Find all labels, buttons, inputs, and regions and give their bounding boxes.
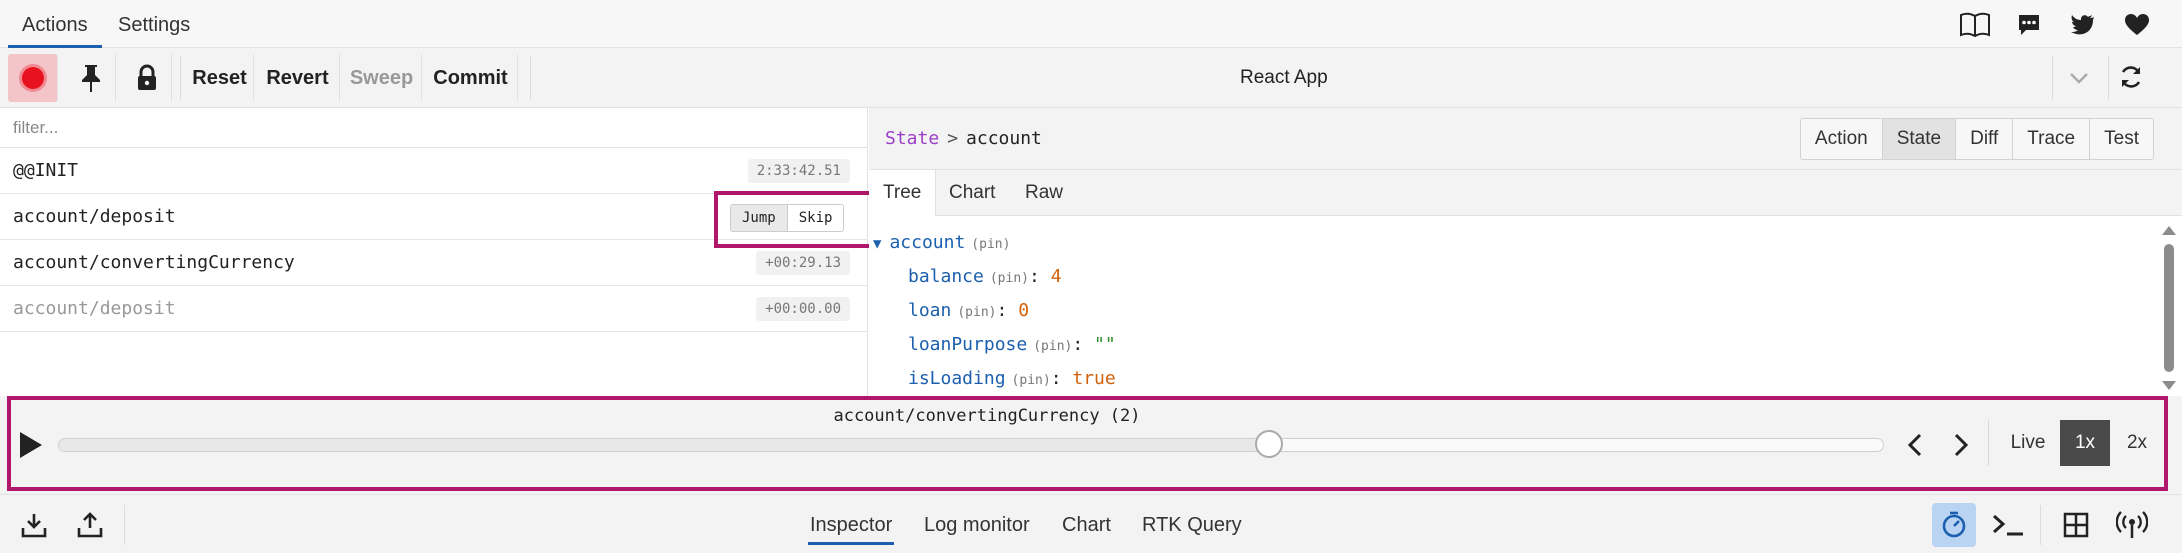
action-row[interactable]: @@INIT 2:33:42.51 bbox=[0, 148, 868, 194]
tab-state[interactable]: State bbox=[1882, 119, 1957, 159]
inspector-panel: State > account Action State Diff Trace Te… bbox=[869, 108, 2182, 396]
view-tabs: Action State Diff Trace Test bbox=[1799, 118, 2154, 160]
filter-input[interactable]: filter... bbox=[0, 108, 868, 148]
lock-icon bbox=[137, 64, 156, 90]
tab-trace[interactable]: Trace bbox=[2013, 119, 2091, 159]
pin-toggle[interactable]: (pin) bbox=[1012, 373, 1051, 388]
breadcrumb: State > account bbox=[885, 108, 1042, 170]
action-name: account/deposit bbox=[13, 206, 176, 227]
remote-broadcast-icon[interactable] bbox=[2112, 505, 2152, 545]
heart-icon[interactable] bbox=[2120, 8, 2154, 42]
tab-actions[interactable]: Actions bbox=[8, 0, 102, 48]
tree-scrollbar[interactable] bbox=[2162, 222, 2176, 392]
slider-toggle-icon[interactable] bbox=[1932, 503, 1976, 547]
pin-icon bbox=[81, 65, 100, 92]
pin-toggle[interactable]: (pin) bbox=[957, 305, 996, 320]
grid-icon[interactable] bbox=[2056, 505, 2096, 545]
tab-diff[interactable]: Diff bbox=[1956, 119, 2014, 159]
tab-inspector[interactable]: Inspector bbox=[808, 505, 895, 545]
top-tab-bar: Actions Settings bbox=[0, 0, 2182, 48]
instance-selector[interactable]: React App bbox=[1240, 48, 1328, 108]
action-name: account/convertingCurrency bbox=[13, 252, 295, 273]
tab-action[interactable]: Action bbox=[1800, 119, 1883, 159]
tab-test[interactable]: Test bbox=[2090, 119, 2153, 159]
refresh-icon[interactable] bbox=[2116, 62, 2146, 92]
breadcrumb-separator: > bbox=[947, 128, 959, 149]
tab-settings[interactable]: Settings bbox=[118, 0, 190, 48]
reset-button[interactable]: Reset bbox=[186, 54, 254, 102]
expand-caret-icon[interactable]: ▼ bbox=[873, 236, 881, 252]
action-time: 2:33:42.51 bbox=[747, 159, 850, 183]
book-icon[interactable] bbox=[1958, 8, 1992, 42]
action-name: @@INIT bbox=[13, 160, 79, 181]
tab-rtk-query[interactable]: RTK Query bbox=[1142, 505, 1242, 545]
tab-chart[interactable]: Chart bbox=[935, 170, 1009, 216]
revert-button[interactable]: Revert bbox=[256, 54, 340, 102]
state-sub-tabs: Tree Chart Raw bbox=[869, 170, 2182, 216]
breadcrumb-leaf: account bbox=[966, 128, 1042, 149]
pin-toggle[interactable]: (pin) bbox=[990, 271, 1029, 286]
tree-node-account[interactable]: ▼ account (pin) bbox=[873, 226, 1010, 262]
slider-highlight bbox=[7, 396, 2168, 491]
tab-log-monitor[interactable]: Log monitor bbox=[924, 505, 1030, 545]
bottom-bar: Inspector Log monitor Chart RTK Query bbox=[0, 494, 2182, 553]
tab-tree[interactable]: Tree bbox=[869, 170, 937, 216]
chevron-down-icon[interactable] bbox=[2064, 63, 2094, 93]
tree-node: loanPurpose (pin): "" bbox=[908, 334, 1116, 355]
lock-button[interactable] bbox=[122, 54, 172, 102]
record-button[interactable] bbox=[8, 54, 58, 102]
breadcrumb-root[interactable]: State bbox=[885, 128, 939, 149]
commit-button[interactable]: Commit bbox=[424, 54, 518, 102]
record-icon bbox=[21, 67, 44, 89]
pin-toggle[interactable]: (pin) bbox=[1033, 339, 1072, 354]
action-time: +00:29.13 bbox=[756, 251, 850, 275]
scroll-up-icon[interactable] bbox=[2162, 226, 2176, 235]
state-tree: ▼ account (pin) balance (pin): 4 loan (pin):… bbox=[869, 216, 2159, 396]
import-icon[interactable] bbox=[14, 505, 54, 545]
tab-chart-monitor[interactable]: Chart bbox=[1062, 505, 1111, 545]
sweep-button[interactable]: Sweep bbox=[342, 54, 422, 102]
chat-icon[interactable] bbox=[2012, 8, 2046, 42]
tree-node: isLoading (pin): true bbox=[908, 368, 1116, 389]
jump-skip-highlight bbox=[714, 191, 874, 248]
dispatcher-icon[interactable] bbox=[1988, 505, 2028, 545]
tree-node: loan (pin): 0 bbox=[908, 300, 1030, 321]
monitor-toolbar: Reset Revert Sweep Commit React App bbox=[0, 48, 2182, 108]
export-icon[interactable] bbox=[70, 505, 110, 545]
scroll-thumb[interactable] bbox=[2164, 244, 2174, 372]
action-list-panel: filter... @@INIT 2:33:42.51 account/depo… bbox=[0, 108, 868, 396]
scroll-down-icon[interactable] bbox=[2162, 381, 2176, 390]
tab-raw[interactable]: Raw bbox=[1011, 170, 1077, 216]
action-time: +00:00.00 bbox=[756, 297, 850, 321]
pin-toggle[interactable]: (pin) bbox=[971, 237, 1010, 252]
tree-node: balance (pin): 4 bbox=[908, 266, 1062, 287]
action-row[interactable]: account/deposit +00:00.00 bbox=[0, 286, 868, 332]
twitter-icon[interactable] bbox=[2066, 8, 2100, 42]
action-name: account/deposit bbox=[13, 298, 176, 319]
persist-button[interactable] bbox=[66, 54, 116, 102]
